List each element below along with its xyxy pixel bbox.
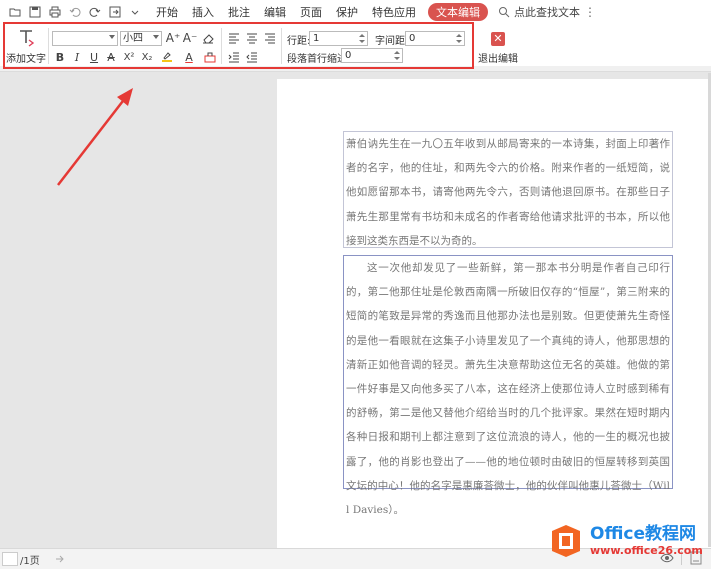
line-spacing-value: 1 [313,33,320,44]
font-name-select[interactable] [52,31,118,46]
indent-increase-button[interactable] [227,49,241,65]
menu-protect[interactable]: 保护 [336,4,358,20]
align-left-icon [229,33,239,44]
align-center-button[interactable] [245,30,259,46]
eraser-icon [203,34,214,44]
clear-format-button[interactable] [200,30,216,46]
ribbon-separator [48,28,49,64]
superscript-button[interactable]: X² [121,49,137,65]
ribbon-separator [281,28,282,64]
menu-home[interactable]: 开始 [156,4,178,20]
search-label: 点此查找文本 [514,6,580,19]
ribbon-separator [221,28,222,64]
font-size-select[interactable]: 小四 [120,31,162,46]
folder-icon[interactable] [6,3,24,21]
save-icon[interactable] [26,3,44,21]
line-spacing-label: 行距: [287,36,311,47]
underline-button[interactable]: U [87,49,101,65]
watermark-text: Office教程网 www.office26.com [590,523,703,558]
font-size-value: 小四 [123,33,143,44]
redo-icon[interactable] [86,3,104,21]
highlighter-icon [162,52,172,62]
align-right-icon [265,33,275,44]
menu-comment[interactable]: 批注 [228,4,250,20]
align-left-button[interactable] [227,30,241,46]
watermark-title: Office教程网 [590,523,697,544]
bold-button[interactable]: B [53,49,67,65]
indent-decrease-icon [246,52,257,63]
char-spacing-label: 字间距: [375,36,409,47]
export-icon[interactable] [106,3,124,21]
align-center-icon [247,33,257,44]
spin-up-icon[interactable] [456,34,462,37]
spin-down-icon[interactable] [359,40,365,43]
char-spacing-input[interactable]: 0 [405,31,465,46]
add-text-icon [20,30,35,47]
search-button[interactable]: 点此查找文本 [498,4,580,20]
exit-edit-label: 退出编辑 [478,54,518,65]
highlight-button[interactable] [157,49,177,65]
char-border-button[interactable] [202,49,218,65]
add-text-button[interactable]: 添加文字 [6,28,46,66]
char-spacing-value: 0 [409,33,416,44]
text-block-1[interactable]: 萧伯讷先生在一九〇五年收到从邮局寄来的一本诗集，封面上印著作者的名字，他的住址，… [343,131,673,248]
menu-text-edit[interactable]: 文本编辑 [428,3,488,21]
page-count: /1页 [20,555,40,567]
first-line-indent-value: 0 [345,50,352,61]
first-line-indent-input[interactable]: 0 [341,48,403,63]
menu-page[interactable]: 页面 [300,4,322,20]
close-icon: ✕ [491,32,505,46]
line-spacing-input[interactable]: 1 [309,31,368,46]
chevron-down-icon[interactable] [126,3,144,21]
align-right-button[interactable] [263,30,277,46]
menu-insert[interactable]: 插入 [192,4,214,20]
page-number-input[interactable] [2,552,18,566]
char-border-icon [204,52,216,63]
watermark-logo: Office教程网 www.office26.com [548,520,708,562]
search-icon [499,7,510,18]
office-logo-icon [552,525,580,557]
exit-edit-button[interactable]: ✕ 退出编辑 [478,32,518,66]
italic-button[interactable]: I [70,49,84,65]
print-icon[interactable] [46,3,64,21]
ribbon-divider [0,66,711,72]
text-block-2[interactable]: 这一次他却发见了一些新鲜，第一那本书分明是作者自己印行的，第二他那住址是伦敦西南… [343,255,673,516]
shrink-font-button[interactable]: A⁻ [183,30,198,46]
chevron-down-icon [109,35,115,39]
spin-up-icon[interactable] [394,51,400,54]
grow-font-button[interactable]: A⁺ [166,30,181,46]
indent-decrease-button[interactable] [245,49,259,65]
spin-down-icon[interactable] [456,40,462,43]
more-icon[interactable]: ⋮ [584,5,596,19]
menu-features[interactable]: 特色应用 [372,4,416,20]
subscript-button[interactable]: X₂ [139,49,155,65]
menu-bar: 开始 插入 批注 编辑 页面 保护 特色应用 文本编辑 点此查找文本 ⋮ [0,0,711,24]
indent-increase-icon [228,52,239,63]
strikethrough-button[interactable]: A [104,49,118,65]
spin-down-icon[interactable] [394,57,400,60]
quick-access-toolbar [0,3,146,21]
undo-icon[interactable] [66,3,84,21]
font-color-button[interactable]: A [180,49,198,65]
next-page-icon[interactable] [54,553,66,565]
spin-up-icon[interactable] [359,34,365,37]
chevron-down-icon [153,35,159,39]
add-text-label: 添加文字 [6,54,46,65]
menu-edit[interactable]: 编辑 [264,4,286,20]
watermark-url: www.office26.com [590,543,703,557]
